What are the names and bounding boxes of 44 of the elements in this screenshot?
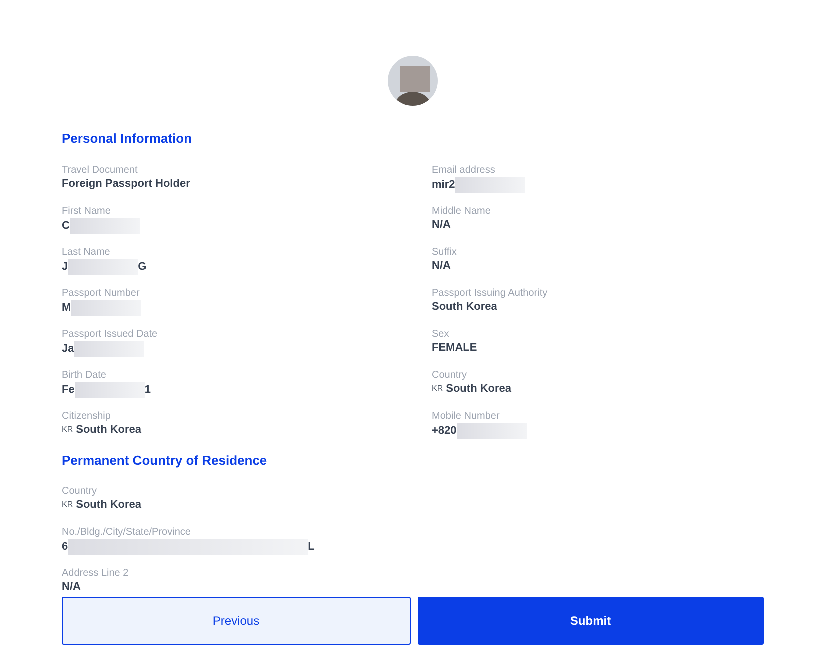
field-value: FEMALE bbox=[432, 340, 478, 354]
field-label: Citizenship bbox=[62, 410, 111, 422]
field-value: M bbox=[62, 300, 72, 314]
previous-button[interactable]: Previous bbox=[62, 597, 410, 645]
section-title: Personal Information bbox=[62, 130, 192, 148]
field-label: Birth Date bbox=[62, 368, 106, 382]
field-value: South Korea bbox=[76, 498, 142, 512]
field-label: Email address bbox=[432, 164, 496, 176]
field-label: Country bbox=[62, 485, 98, 498]
field-label: Middle Name bbox=[432, 204, 491, 218]
country-code: KR bbox=[62, 424, 74, 436]
field-value: N/A bbox=[62, 580, 81, 594]
section-title: Permanent Country of Residence bbox=[62, 452, 268, 470]
field-value: Fe bbox=[62, 382, 75, 396]
field-value: 6 bbox=[62, 540, 68, 554]
field-label: Passport Number bbox=[62, 286, 140, 300]
field-value: South Korea bbox=[76, 422, 142, 436]
field-label: Suffix bbox=[432, 246, 457, 258]
field-value: C bbox=[62, 218, 70, 232]
field-label: Travel Document bbox=[62, 164, 138, 176]
field-label: Country bbox=[432, 368, 468, 382]
field-value: J bbox=[62, 260, 68, 274]
field-label: No./Bldg./City/State/Province bbox=[62, 526, 191, 539]
field-value: L bbox=[308, 540, 315, 554]
field-value: Foreign Passport Holder bbox=[62, 176, 190, 190]
field-value: N/A bbox=[432, 218, 451, 232]
field-label: Last Name bbox=[62, 246, 110, 258]
field-label: First Name bbox=[62, 204, 111, 218]
field-value: +820 bbox=[432, 424, 457, 438]
field-label: Passport Issuing Authority bbox=[432, 286, 548, 300]
field-value: Ja bbox=[62, 342, 74, 356]
field-label: Passport Issued Date bbox=[62, 328, 158, 340]
field-value: mir2 bbox=[432, 178, 456, 192]
field-value: South Korea bbox=[446, 382, 512, 396]
field-value: G bbox=[138, 260, 147, 274]
field-value: South Korea bbox=[432, 300, 498, 314]
country-code: KR bbox=[62, 499, 74, 511]
field-value: N/A bbox=[432, 258, 451, 272]
field-label: Address Line 2 bbox=[62, 567, 129, 580]
field-label: Sex bbox=[432, 328, 450, 340]
field-value: 1 bbox=[144, 382, 151, 396]
country-code: KR bbox=[432, 382, 444, 394]
field-label: Mobile Number bbox=[432, 410, 500, 422]
submit-button[interactable]: Submit bbox=[418, 597, 764, 645]
